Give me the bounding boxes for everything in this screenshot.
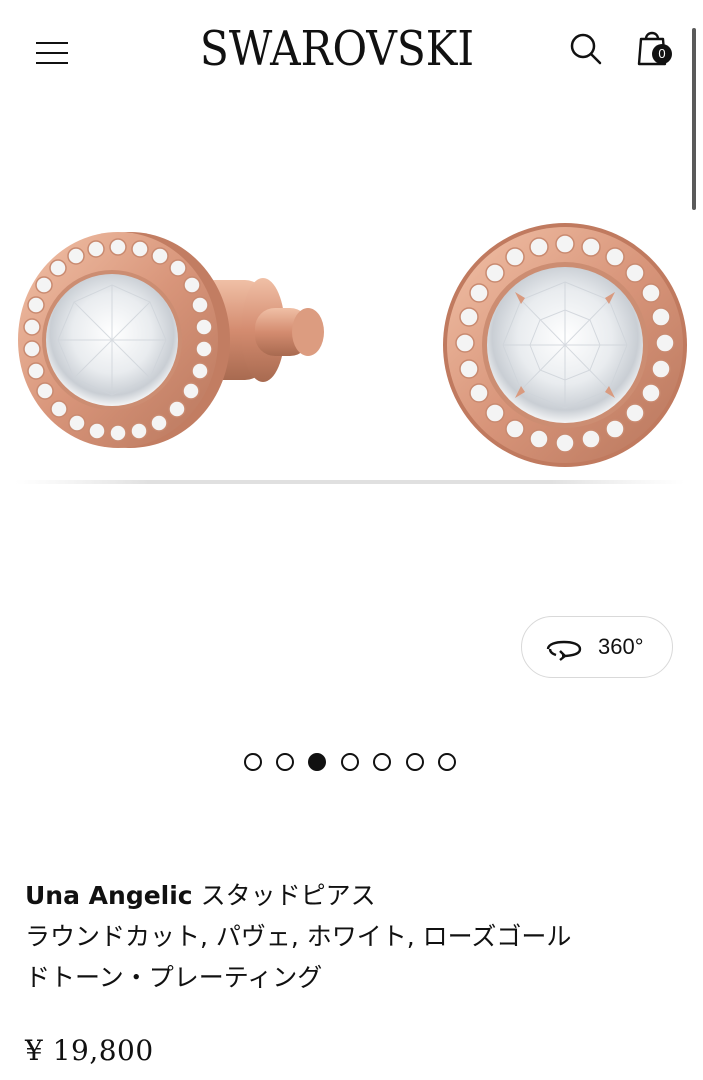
- product-type: スタッドピアス: [192, 881, 376, 910]
- site-header: SWAROVSKI 0: [0, 0, 703, 210]
- hamburger-menu-button[interactable]: [30, 30, 76, 76]
- carousel-dot-6[interactable]: [406, 753, 424, 771]
- view-360-label: 360°: [598, 634, 644, 659]
- product-title-line-1: Una Angelic スタッドピアス: [25, 875, 685, 916]
- brand-logo[interactable]: SWAROVSKI: [183, 14, 491, 84]
- product-page: SWAROVSKI 0 360° Una Angelic スタッドピアス ラウン…: [0, 0, 703, 1080]
- carousel-dot-1[interactable]: [244, 753, 262, 771]
- cart-count-badge: 0: [652, 44, 672, 64]
- menu-line: [36, 62, 68, 64]
- menu-line: [36, 52, 68, 54]
- carousel-dot-4[interactable]: [341, 753, 359, 771]
- earrings-illustration: [15, 223, 687, 484]
- search-button[interactable]: [564, 28, 608, 72]
- search-icon: [570, 33, 602, 65]
- page-scrollbar[interactable]: [692, 28, 696, 210]
- carousel-pagination: [244, 753, 464, 773]
- carousel-dot-2[interactable]: [276, 753, 294, 771]
- shopping-bag-button[interactable]: 0: [632, 24, 682, 74]
- product-image[interactable]: [0, 190, 703, 520]
- menu-line: [36, 42, 68, 44]
- rotate-360-icon: [546, 640, 582, 661]
- product-price: ¥ 19,800: [25, 1034, 154, 1067]
- carousel-dot-7[interactable]: [438, 753, 456, 771]
- product-title-line-2: ラウンドカット, パヴェ, ホワイト, ローズゴール: [25, 922, 572, 951]
- product-collection-name: Una Angelic: [25, 881, 193, 910]
- carousel-dot-5[interactable]: [373, 753, 391, 771]
- product-title: Una Angelic スタッドピアス ラウンドカット, パヴェ, ホワイト, …: [25, 875, 685, 998]
- product-title-line-3: ドトーン・プレーティング: [25, 963, 323, 992]
- view-360-button[interactable]: 360°: [521, 616, 673, 678]
- carousel-dot-3-active[interactable]: [308, 753, 326, 771]
